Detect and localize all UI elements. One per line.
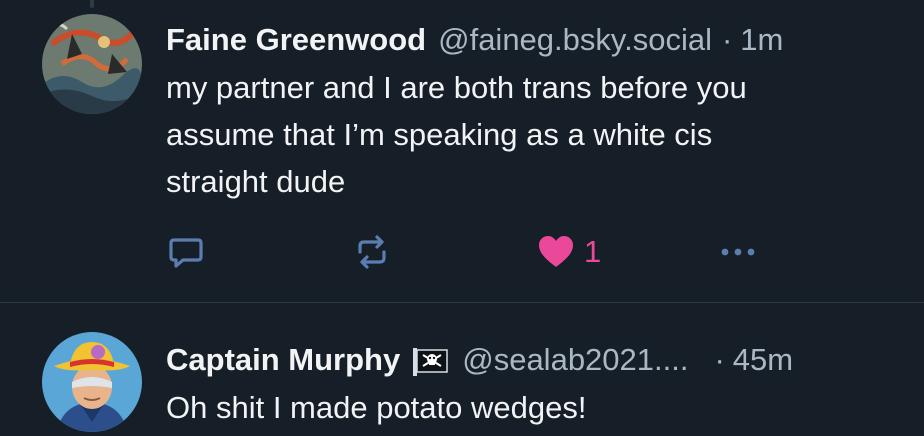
post-actions: 1 xyxy=(166,230,906,274)
reply-button[interactable] xyxy=(166,230,206,274)
feed-post[interactable]: Faine Greenwood @faineg.bsky.social · 1m… xyxy=(0,0,924,303)
post-text-line: my partner and I are both trans before y… xyxy=(166,70,747,105)
post-timestamp[interactable]: 1m xyxy=(740,18,783,62)
reply-icon xyxy=(169,238,203,268)
post-content: Faine Greenwood @faineg.bsky.social · 1m… xyxy=(166,18,894,205)
dragon-painting-icon xyxy=(42,14,142,114)
like-count: 1 xyxy=(584,234,602,269)
heart-filled-icon xyxy=(539,236,573,267)
post-meta: Faine Greenwood @faineg.bsky.social · 1m xyxy=(166,18,894,62)
more-options-button[interactable] xyxy=(718,230,758,274)
like-button[interactable]: 1 xyxy=(536,230,601,274)
repost-button[interactable] xyxy=(352,230,392,274)
repost-icon xyxy=(358,235,386,269)
more-horizontal-icon xyxy=(721,248,755,256)
author-handle[interactable]: @faineg.bsky.social xyxy=(438,18,712,62)
meta-separator: · xyxy=(721,22,733,57)
feed-post[interactable] xyxy=(0,303,924,436)
post-text: my partner and I are both trans before y… xyxy=(166,64,894,205)
post-text-line: straight dude xyxy=(166,164,346,199)
author-avatar[interactable] xyxy=(42,14,142,114)
author-display-name[interactable]: Faine Greenwood xyxy=(166,18,426,62)
post-text-line: assume that I’m speaking as a white cis xyxy=(166,117,713,152)
